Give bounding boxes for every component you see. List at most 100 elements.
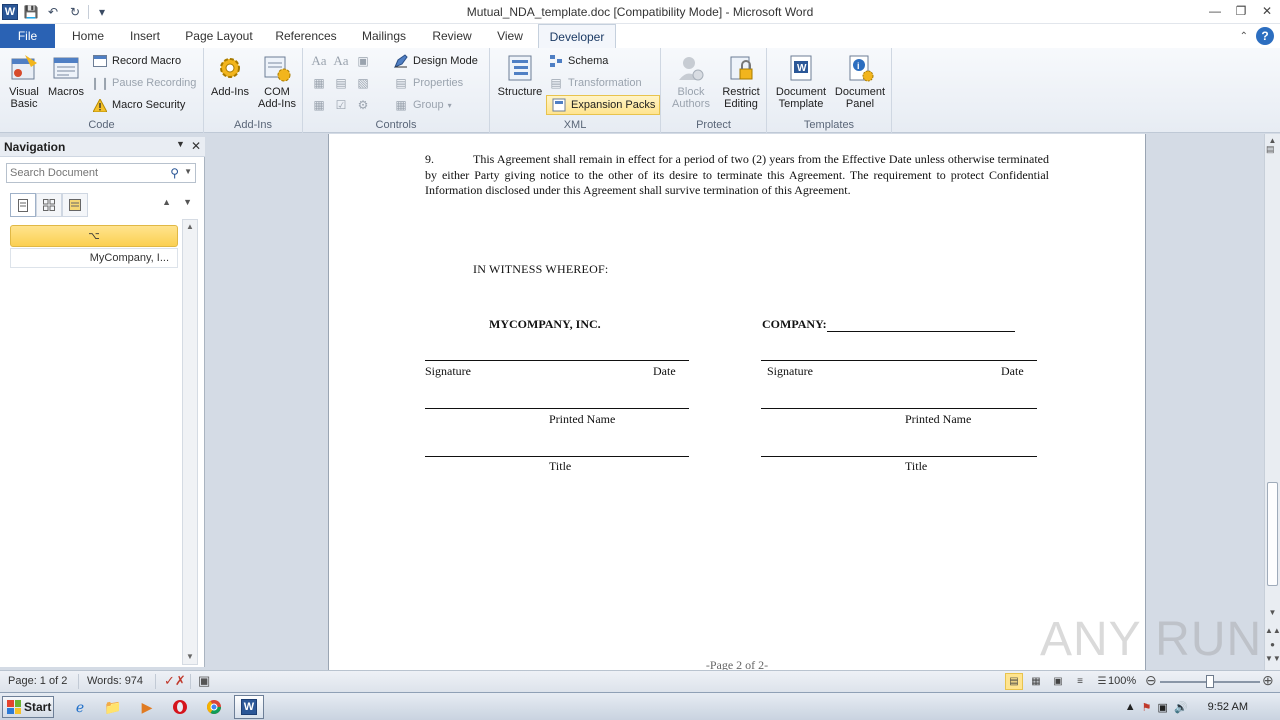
tab-references[interactable]: References (268, 24, 344, 48)
restrict-editing-button[interactable]: Restrict Editing (717, 52, 765, 110)
tab-developer[interactable]: Developer (538, 24, 616, 48)
zoom-in-icon[interactable]: ⊕ (1262, 672, 1274, 689)
ribbon-tabs: File Home Insert Page Layout References … (0, 24, 1280, 48)
internet-explorer-icon[interactable]: ℯ (70, 697, 90, 717)
scroll-down-arrow[interactable]: ▼ (1265, 606, 1280, 620)
checkbox-control-icon[interactable]: ☑ (333, 97, 349, 113)
print-layout-icon[interactable]: ▤ (1005, 673, 1023, 690)
transformation-button[interactable]: ▤ Transformation (548, 73, 641, 93)
tab-page-layout[interactable]: Page Layout (178, 24, 260, 48)
macro-security-button[interactable]: Macro Security (92, 95, 185, 115)
browse-headings-tab[interactable] (10, 193, 36, 217)
combo-box-control-icon[interactable]: ▤ (333, 75, 349, 91)
schema-button[interactable]: Schema (548, 51, 608, 71)
picture-control-icon[interactable]: ▣ (355, 53, 371, 69)
next-heading-icon[interactable]: ▼ (183, 197, 192, 207)
document-template-button[interactable]: W Document Template (771, 52, 831, 110)
structure-button[interactable]: Structure (496, 52, 544, 98)
document-page[interactable]: 9. This Agreement shall remain in effect … (328, 134, 1146, 670)
expansion-packs-button[interactable]: Expansion Packs (546, 95, 661, 115)
outline-icon[interactable]: ≡ (1071, 673, 1089, 690)
visual-basic-button[interactable]: Visual Basic (4, 52, 44, 110)
tab-mailings[interactable]: Mailings (352, 24, 416, 48)
web-layout-icon[interactable]: ▣ (1049, 673, 1067, 690)
help-icon[interactable]: ? (1256, 27, 1274, 45)
date-picker-control-icon[interactable]: ▦ (311, 97, 327, 113)
xml-group-label: XML (563, 119, 587, 131)
clock[interactable]: 9:52 AM (1208, 701, 1248, 713)
restore-button[interactable]: ❐ (1228, 0, 1254, 22)
tab-home[interactable]: Home (62, 24, 114, 48)
heading-list: ⌥ MyCompany, I... (10, 225, 178, 268)
file-explorer-icon[interactable]: 📁 (103, 697, 123, 717)
select-browse-object-icon[interactable]: ● (1265, 638, 1280, 652)
record-macro-button[interactable]: Record Macro (92, 51, 181, 71)
pane-options-icon[interactable]: ▼ (176, 139, 185, 153)
scroll-thumb[interactable] (1267, 482, 1278, 586)
vertical-scrollbar[interactable]: ▤ ▲ ▼ ▲▲ ● ▼▼ (1264, 134, 1280, 670)
design-mode-label: Design Mode (413, 55, 478, 67)
heading-sub-item[interactable]: MyCompany, I... (10, 248, 178, 268)
network-icon[interactable]: ▣ (1158, 701, 1168, 714)
tab-insert[interactable]: Insert (120, 24, 170, 48)
scroll-up-icon[interactable]: ▲ (183, 220, 197, 234)
tab-review[interactable]: Review (424, 24, 480, 48)
document-area[interactable]: 9. This Agreement shall remain in effect … (206, 134, 1264, 670)
minimize-button[interactable]: — (1202, 0, 1228, 22)
design-mode-button[interactable]: Design Mode (393, 51, 478, 71)
xml-group: Structure Schema ▤ Transformation Expans… (490, 48, 661, 133)
proofing-icon[interactable]: ✓✗ (164, 673, 186, 689)
navigation-scrollbar[interactable]: ▲ ▼ (182, 219, 198, 665)
search-input[interactable] (10, 166, 160, 180)
drop-down-control-icon[interactable]: ▧ (355, 75, 371, 91)
browse-results-tab[interactable] (62, 193, 88, 217)
properties-button[interactable]: ▤ Properties (393, 73, 463, 93)
word-taskbar-button[interactable]: W (234, 695, 264, 719)
heading-item[interactable]: ⌥ (10, 225, 178, 247)
page-count[interactable]: Page: 1 of 2 (8, 675, 67, 687)
group-button[interactable]: ▦ Group ▾ (393, 95, 451, 115)
macros-button[interactable]: Macros (46, 52, 86, 98)
volume-icon[interactable]: 🔊 (1174, 701, 1188, 714)
add-ins-button[interactable]: Add-Ins (208, 52, 252, 98)
word-count[interactable]: Words: 974 (87, 675, 143, 687)
opera-icon[interactable] (170, 697, 190, 717)
tab-file[interactable]: File (0, 24, 55, 48)
scroll-up-arrow[interactable]: ▲ (1265, 134, 1280, 148)
tab-view[interactable]: View (488, 24, 532, 48)
document-panel-button[interactable]: i Document Panel (831, 52, 889, 110)
com-add-ins-button[interactable]: COM Add-Ins (254, 52, 300, 110)
zoom-slider-thumb[interactable] (1206, 675, 1214, 688)
right-signature-line (761, 360, 1037, 361)
previous-heading-icon[interactable]: ▲ (162, 197, 171, 207)
next-page-icon[interactable]: ▼▼ (1265, 652, 1280, 666)
zoom-out-icon[interactable]: ⊖ (1145, 672, 1157, 689)
scroll-down-icon[interactable]: ▼ (183, 650, 197, 664)
browse-pages-tab[interactable] (36, 193, 62, 217)
search-dropdown-icon[interactable]: ▼ (184, 167, 192, 176)
action-center-icon[interactable]: ⚑ (1142, 701, 1152, 714)
zoom-level[interactable]: 100% (1108, 675, 1136, 687)
minimize-ribbon-icon[interactable]: ⌃ (1240, 31, 1248, 42)
start-button[interactable]: Start (2, 696, 54, 718)
close-pane-icon[interactable]: ✕ (191, 139, 201, 153)
macro-recording-icon[interactable]: ▣ (198, 673, 210, 689)
search-icon[interactable]: ⚲ (170, 166, 179, 180)
show-hidden-icons[interactable]: ▲ (1125, 701, 1136, 713)
macros-icon (50, 52, 82, 84)
navigation-title: Navigation (4, 140, 66, 154)
chrome-icon[interactable] (204, 697, 224, 717)
status-separator (190, 674, 191, 689)
block-authors-button[interactable]: Block Authors (665, 52, 717, 110)
previous-page-icon[interactable]: ▲▲ (1265, 624, 1280, 638)
close-button[interactable]: ✕ (1254, 0, 1280, 22)
legacy-tools-icon[interactable]: ⚙ (355, 97, 371, 113)
full-screen-reading-icon[interactable]: ▦ (1027, 673, 1045, 690)
pause-recording-button[interactable]: ❙❙ Pause Recording (90, 73, 196, 93)
media-player-icon[interactable]: ▶ (137, 697, 157, 717)
add-ins-group: Add-Ins COM Add-Ins Add-Ins (204, 48, 303, 133)
building-block-control-icon[interactable]: ▦ (311, 75, 327, 91)
plain-text-control-icon[interactable]: Aa (333, 53, 349, 69)
rich-text-control-icon[interactable]: Aa (311, 53, 327, 69)
templates-group: W Document Template i Document Panel Tem… (767, 48, 892, 133)
